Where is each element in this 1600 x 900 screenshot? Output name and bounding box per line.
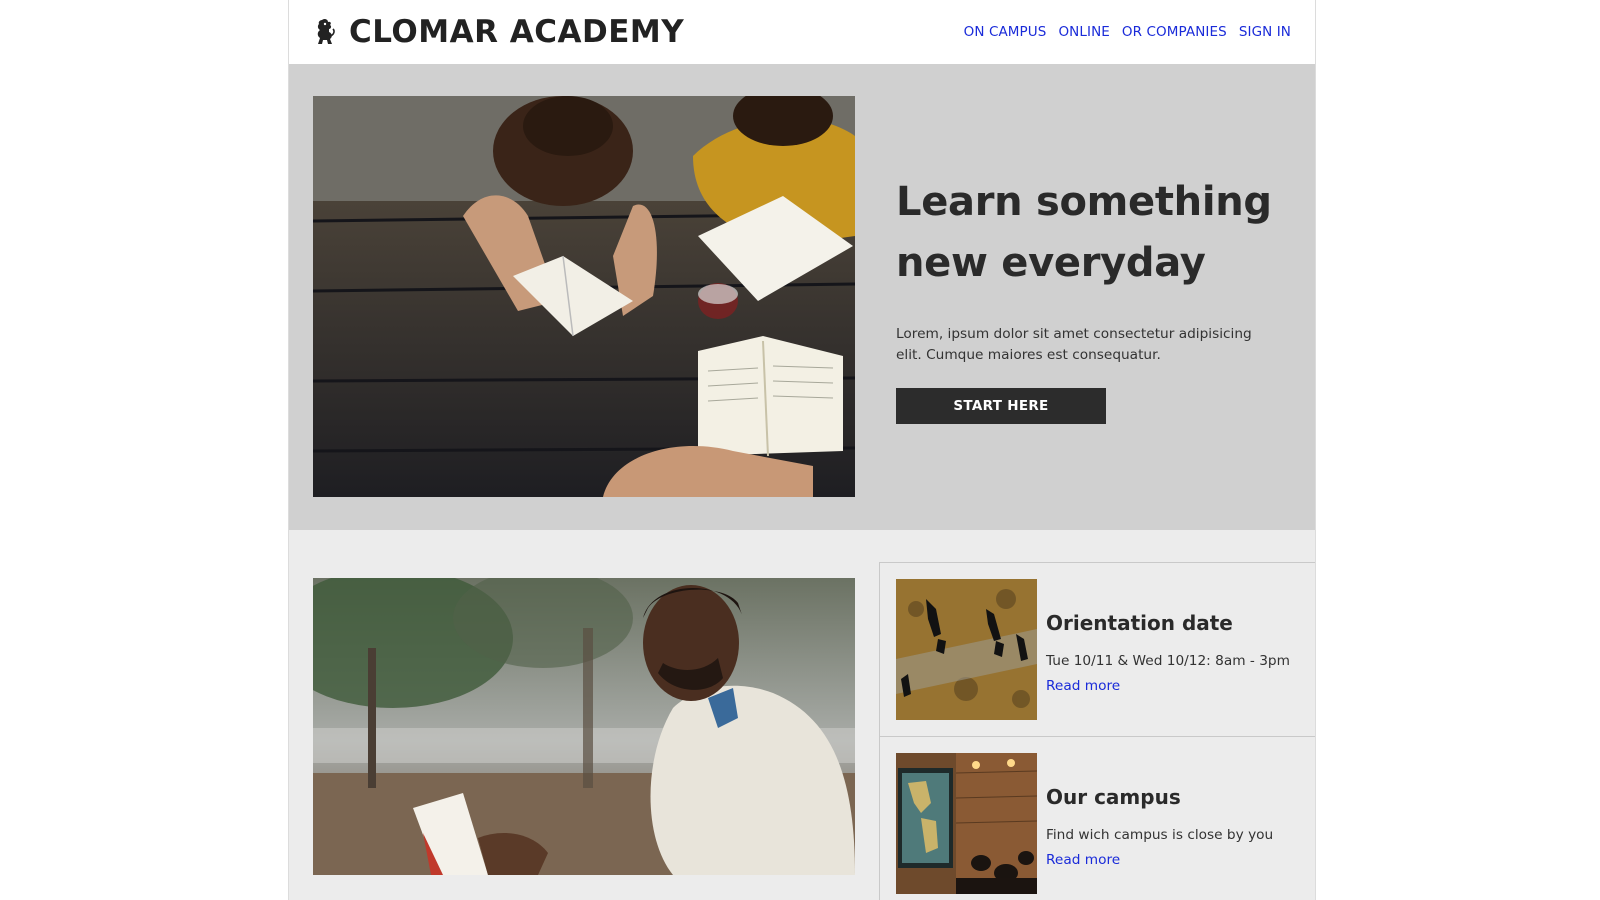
campus-read-more-link[interactable]: Read more — [1046, 852, 1120, 868]
campus-title: Our campus — [1046, 785, 1181, 809]
hero-heading: Learn something new everyday — [896, 172, 1276, 294]
nav-or-companies[interactable]: OR COMPANIES — [1122, 24, 1227, 40]
main-nav: ON CAMPUS ONLINE OR COMPANIES SIGN IN — [964, 24, 1291, 40]
campus-card: Our campus Find wich campus is close by … — [879, 737, 1315, 900]
students-studying-photo — [313, 96, 855, 497]
orientation-card: Orientation date Tue 10/11 & Wed 10/12: … — [879, 562, 1315, 737]
brand-title: CLOMAR ACADEMY — [349, 14, 685, 50]
orientation-date-text: Tue 10/11 & Wed 10/12: 8am - 3pm — [1046, 653, 1290, 669]
page: CLOMAR ACADEMY ON CAMPUS ONLINE OR COMPA… — [288, 0, 1316, 900]
people-walking-shadows-photo — [896, 579, 1037, 720]
site-header: CLOMAR ACADEMY ON CAMPUS ONLINE OR COMPA… — [289, 0, 1315, 64]
orientation-read-more-link[interactable]: Read more — [1046, 678, 1120, 694]
hero-body: Lorem, ipsum dolor sit amet consectetur … — [896, 326, 1252, 363]
hero-heading-line1: Learn something — [896, 179, 1272, 225]
brand[interactable]: CLOMAR ACADEMY — [313, 14, 684, 50]
nav-sign-in[interactable]: SIGN IN — [1239, 24, 1291, 40]
man-reading-book-photo — [313, 578, 855, 875]
hero-section: Learn something new everyday Lorem, ipsu… — [289, 64, 1315, 530]
hero-heading-line2: new everyday — [896, 240, 1206, 286]
orientation-title: Orientation date — [1046, 611, 1233, 635]
nav-on-campus[interactable]: ON CAMPUS — [964, 24, 1047, 40]
start-here-button[interactable]: START HERE — [896, 388, 1106, 424]
campus-text: Find wich campus is close by you — [1046, 827, 1274, 843]
info-section: Orientation date Tue 10/11 & Wed 10/12: … — [289, 530, 1315, 900]
nav-online[interactable]: ONLINE — [1058, 24, 1109, 40]
hero-text: Learn something new everyday Lorem, ipsu… — [896, 172, 1276, 424]
info-cards: Orientation date Tue 10/11 & Wed 10/12: … — [879, 562, 1315, 900]
classroom-map-photo — [896, 753, 1037, 894]
lion-rampant-icon — [313, 17, 337, 47]
campus-card-body: Our campus Find wich campus is close by … — [1046, 785, 1306, 869]
orientation-card-body: Orientation date Tue 10/11 & Wed 10/12: … — [1046, 611, 1306, 695]
